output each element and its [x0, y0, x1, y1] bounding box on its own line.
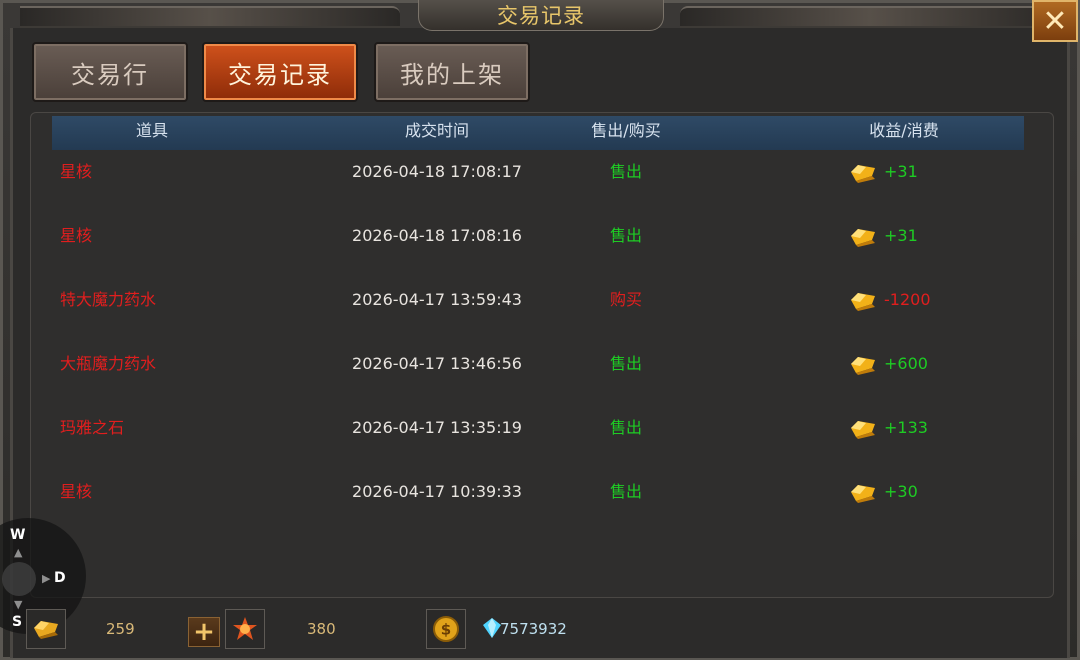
- trade-type: 售出: [609, 226, 642, 245]
- arrow-up-icon: ▲: [14, 546, 23, 559]
- compass-w-label: W: [10, 527, 26, 543]
- tab-trading-house[interactable]: 交易行: [32, 42, 188, 102]
- gold-ingot-icon: [848, 204, 875, 268]
- tab-label: 交易记录: [228, 60, 332, 89]
- table-row: 星核 2026-04-18 17:08:16 售出 +31: [52, 204, 1024, 268]
- joystick-knob[interactable]: [2, 562, 36, 596]
- tab-trade-records[interactable]: 交易记录: [202, 42, 358, 102]
- tab-my-listings[interactable]: 我的上架: [374, 42, 530, 102]
- trade-time: 2026-04-17 13:59:43: [352, 290, 522, 309]
- gold-ingot-icon: [848, 332, 875, 396]
- gold-ingot-slot: [26, 609, 66, 649]
- svg-text:$: $: [441, 621, 451, 639]
- title-ornament-right: [680, 6, 1060, 28]
- gem-slot: [225, 609, 265, 649]
- item-name: 星核: [60, 162, 93, 181]
- coin-slot: $: [426, 609, 466, 649]
- gold-ingot-icon: [34, 621, 58, 639]
- amount-value: +133: [884, 418, 928, 437]
- trade-type: 售出: [609, 418, 642, 437]
- title-plate: 交易记录: [418, 0, 664, 31]
- gold-ingot-count: 259: [106, 620, 135, 638]
- trade-type: 购买: [609, 290, 642, 309]
- close-icon: ✕: [1042, 3, 1068, 39]
- amount-value: +31: [884, 162, 918, 181]
- diamond-count: 7573932: [500, 620, 567, 638]
- table-row: 玛雅之石 2026-04-17 13:35:19 售出 +133: [52, 396, 1024, 460]
- trade-time: 2026-04-17 13:46:56: [352, 354, 522, 373]
- ruby-gem-icon: [233, 617, 257, 640]
- table-row: 大瓶魔力药水 2026-04-17 13:46:56 售出 +600: [52, 332, 1024, 396]
- trade-time: 2026-04-17 13:35:19: [352, 418, 522, 437]
- gold-coin-icon: $: [433, 616, 459, 642]
- item-name: 星核: [60, 226, 93, 245]
- trade-time: 2026-04-18 17:08:16: [352, 226, 522, 245]
- window-title: 交易记录: [497, 4, 585, 28]
- table-row: 星核 2026-04-17 10:39:33 售出 +30: [52, 460, 1024, 524]
- table-row: 星核 2026-04-18 17:08:17 售出 +31: [52, 140, 1024, 204]
- arrow-right-icon: ▶: [42, 572, 51, 585]
- item-name: 特大魔力药水: [60, 290, 157, 309]
- amount-value: -1200: [884, 290, 931, 309]
- tab-label: 我的上架: [400, 60, 504, 89]
- title-ornament-left: [20, 6, 400, 28]
- amount-value: +30: [884, 482, 918, 501]
- item-name: 玛雅之石: [60, 418, 125, 437]
- trade-type: 售出: [609, 354, 642, 373]
- amount-value: +31: [884, 226, 918, 245]
- amount-value: +600: [884, 354, 928, 373]
- compass-s-label: S: [12, 614, 23, 630]
- plus-icon: +: [193, 617, 215, 647]
- close-button[interactable]: ✕: [1032, 0, 1078, 42]
- add-currency-button[interactable]: +: [188, 617, 220, 647]
- gold-ingot-icon: [848, 460, 875, 524]
- trade-type: 售出: [609, 162, 642, 181]
- gold-ingot-icon: [848, 396, 875, 460]
- trade-type: 售出: [609, 482, 642, 501]
- gem-count: 380: [307, 620, 336, 638]
- trade-time: 2026-04-18 17:08:17: [352, 162, 522, 181]
- gold-ingot-icon: [848, 140, 875, 204]
- compass-d-label: D: [54, 570, 66, 586]
- item-name: 大瓶魔力药水: [60, 354, 157, 373]
- table-row: 特大魔力药水 2026-04-17 13:59:43 购买 -1200: [52, 268, 1024, 332]
- gold-ingot-icon: [848, 268, 875, 332]
- arrow-down-icon: ▼: [14, 598, 23, 611]
- trade-time: 2026-04-17 10:39:33: [352, 482, 522, 501]
- tab-label: 交易行: [71, 60, 149, 89]
- item-name: 星核: [60, 482, 93, 501]
